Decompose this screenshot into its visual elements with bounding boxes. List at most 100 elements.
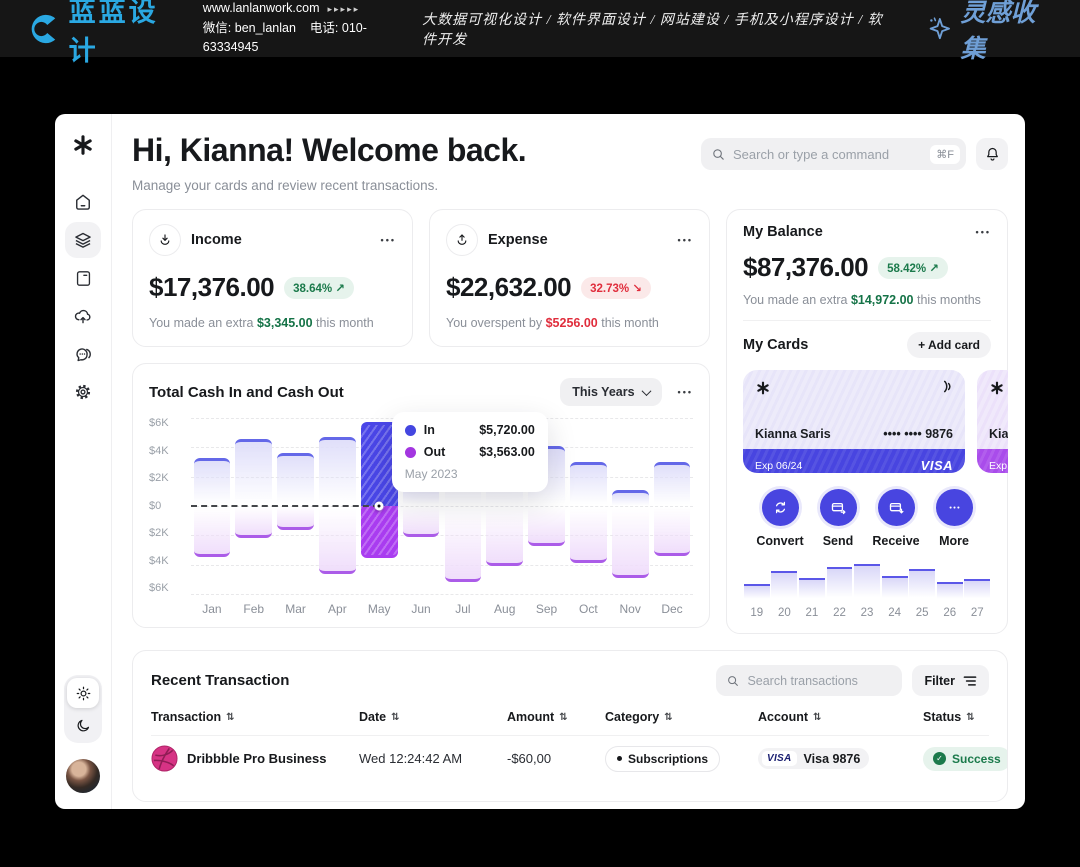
- cards-carousel: Kianna Saris •••• •••• 9876 Exp 06/24 VI…: [743, 370, 1008, 473]
- income-amount: $17,376.00: [149, 272, 274, 303]
- transactions-title: Recent Transaction: [151, 672, 289, 689]
- topbar: Hi, Kianna! Welcome back. Manage your ca…: [132, 132, 1008, 193]
- sidebar-item-home[interactable]: [65, 184, 101, 220]
- tooltip-date: May 2023: [405, 467, 535, 481]
- bar-group-nov[interactable]: [609, 418, 651, 594]
- sidebar-item-cards[interactable]: [65, 222, 101, 258]
- user-avatar[interactable]: [66, 759, 100, 793]
- inspiration-collect[interactable]: 灵感收集: [926, 0, 1054, 65]
- table-row[interactable]: Dribbble Pro Business Wed 12:24:42 AM -$…: [151, 735, 989, 781]
- more-button[interactable]: More: [925, 489, 983, 548]
- bank-card-primary[interactable]: Kianna Saris •••• •••• 9876 Exp 06/24 VI…: [743, 370, 965, 473]
- income-change-badge: 38.64% ↗: [284, 277, 354, 299]
- card-expiry: Exp 06/24: [755, 460, 802, 472]
- filter-icon: [963, 675, 977, 687]
- mini-bar-22[interactable]: [827, 567, 853, 600]
- mini-bar-21[interactable]: [799, 578, 825, 600]
- col-header-transaction[interactable]: Transaction⇅: [151, 710, 359, 735]
- banner-url-arrows: ▸▸▸▸▸: [328, 4, 361, 14]
- recent-transactions-card: Recent Transaction Filter Transaction⇅ D…: [132, 650, 1008, 802]
- expense-menu-button[interactable]: •••: [678, 235, 693, 245]
- mini-bar-19[interactable]: [744, 584, 770, 600]
- mini-axis-label: 22: [826, 607, 854, 619]
- mini-axis-label: 26: [936, 607, 964, 619]
- trend-down-icon: ↘: [632, 283, 642, 295]
- x-axis-label: Jun: [400, 602, 442, 616]
- mini-bar-20[interactable]: [771, 571, 797, 600]
- status-badge: ✓Success: [923, 747, 1008, 771]
- mini-bar-24[interactable]: [882, 576, 908, 600]
- add-card-button[interactable]: + Add card: [907, 332, 991, 358]
- main-content: Hi, Kianna! Welcome back. Manage your ca…: [112, 114, 1025, 809]
- x-axis-label: Apr: [316, 602, 358, 616]
- card-holder-name: Kianna: [989, 427, 1008, 441]
- x-axis-label: Jul: [442, 602, 484, 616]
- income-download-icon: [149, 224, 181, 256]
- sidebar-item-documents[interactable]: [65, 260, 101, 296]
- mini-bar-27[interactable]: [964, 579, 990, 600]
- income-note: You made an extra $3,345.00 this month: [149, 316, 396, 330]
- col-header-account[interactable]: Account⇅: [758, 710, 923, 735]
- notifications-button[interactable]: [976, 138, 1008, 170]
- col-header-status[interactable]: Status⇅: [923, 710, 989, 735]
- balance-note: You made an extra $14,972.00 this months: [743, 293, 991, 307]
- mini-bar-23[interactable]: [854, 564, 880, 600]
- x-axis-label: Nov: [609, 602, 651, 616]
- sort-icon: ⇅: [391, 712, 399, 723]
- global-search[interactable]: ⌘F: [701, 138, 966, 170]
- cashflow-menu-button[interactable]: •••: [678, 387, 693, 397]
- document-icon: [74, 269, 93, 288]
- mini-axis-label: 27: [964, 607, 992, 619]
- period-selector[interactable]: This Years: [560, 378, 661, 406]
- dark-mode-button[interactable]: [67, 710, 99, 740]
- account-badge: VISAVisa 9876: [758, 748, 869, 769]
- mini-axis-label: 24: [881, 607, 909, 619]
- expense-change-badge: 32.73% ↘: [581, 277, 651, 299]
- sun-icon: [75, 685, 92, 702]
- col-header-amount[interactable]: Amount⇅: [507, 710, 605, 735]
- transactions-search-input[interactable]: [747, 674, 892, 688]
- banner-wechat: 微信: ben_lanlan: [203, 21, 296, 35]
- contactless-icon: [941, 379, 954, 394]
- mini-bar-26[interactable]: [937, 582, 963, 600]
- balance-menu-button[interactable]: •••: [976, 227, 991, 237]
- lanlan-logo[interactable]: 蓝蓝设计: [26, 0, 181, 68]
- sidebar-item-cloud[interactable]: [65, 298, 101, 334]
- x-axis-label: Oct: [567, 602, 609, 616]
- sidebar-item-settings[interactable]: [65, 374, 101, 410]
- income-menu-button[interactable]: •••: [381, 235, 396, 245]
- lanlan-logo-icon: [26, 11, 60, 47]
- convert-button[interactable]: Convert: [751, 489, 809, 548]
- mini-bar-25[interactable]: [909, 569, 935, 600]
- send-button[interactable]: Send: [809, 489, 867, 548]
- transaction-date: Wed 12:24:42 AM: [359, 751, 507, 766]
- bar-group-dec[interactable]: [651, 418, 693, 594]
- banner-url[interactable]: www.lanlanwork.com: [203, 1, 320, 15]
- light-mode-button[interactable]: [67, 678, 99, 708]
- col-header-date[interactable]: Date⇅: [359, 710, 507, 735]
- transactions-search[interactable]: [716, 665, 902, 696]
- sidebar-item-messages[interactable]: [65, 336, 101, 372]
- col-header-category[interactable]: Category⇅: [605, 710, 758, 735]
- bar-group-oct[interactable]: [568, 418, 610, 594]
- y-axis-label: $4K: [149, 556, 183, 567]
- more-icon: [946, 499, 963, 516]
- search-input[interactable]: [733, 147, 923, 162]
- mini-activity-chart: 192021222324252627: [743, 552, 991, 619]
- bank-card-secondary[interactable]: Kianna Exp 06/2: [977, 370, 1008, 473]
- sort-icon: ⇅: [813, 712, 821, 723]
- app-logo-icon[interactable]: [72, 134, 94, 156]
- x-axis-label: Feb: [233, 602, 275, 616]
- category-badge: Subscriptions: [605, 746, 720, 772]
- receive-button[interactable]: Receive: [867, 489, 925, 548]
- card-logo-icon: [755, 380, 771, 396]
- filter-button[interactable]: Filter: [912, 665, 989, 696]
- expense-amount: $22,632.00: [446, 272, 571, 303]
- balance-card: My Balance ••• $87,376.00 58.42% ↗ You m…: [726, 209, 1008, 634]
- mini-chart-bars: [743, 552, 991, 600]
- y-axis-label: $2K: [149, 528, 183, 539]
- collection-label: 灵感收集: [961, 0, 1054, 65]
- send-icon: [830, 499, 847, 516]
- x-axis-label: Mar: [275, 602, 317, 616]
- x-axis-label: Sep: [526, 602, 568, 616]
